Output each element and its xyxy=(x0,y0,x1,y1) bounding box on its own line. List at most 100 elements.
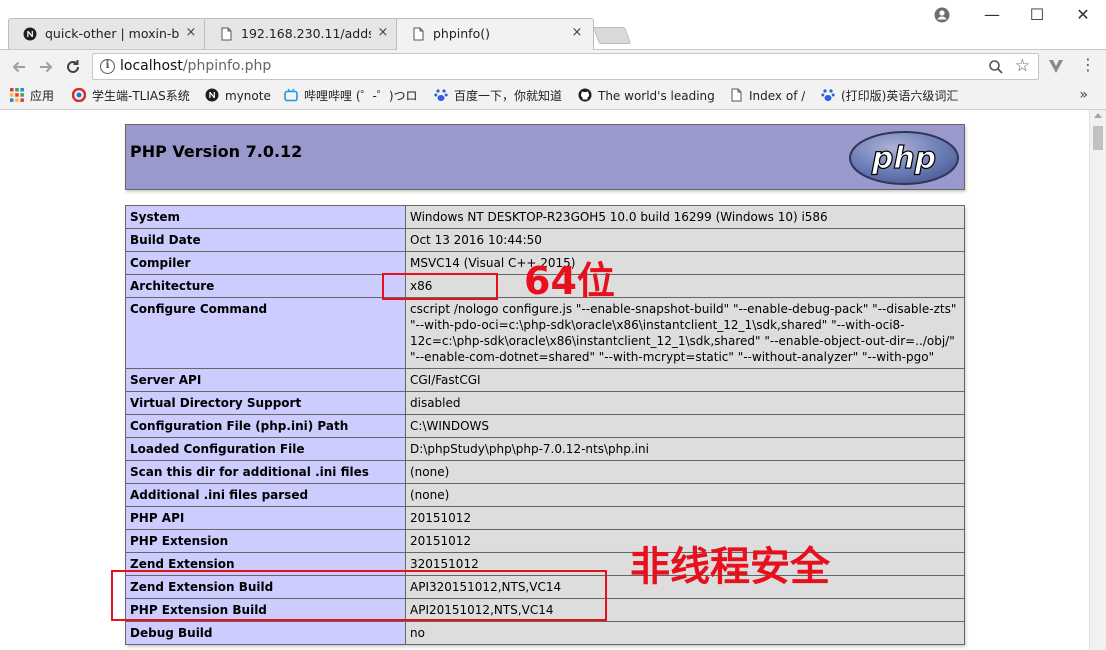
apps-grid-icon xyxy=(10,88,24,102)
tab-phpinfo[interactable]: phpinfo() × xyxy=(396,18,594,50)
github-icon xyxy=(578,88,592,102)
baidu-paw-icon xyxy=(434,89,448,101)
tab-close-icon[interactable]: × xyxy=(183,25,199,41)
row-value: MSVC14 (Visual C++ 2015) xyxy=(405,251,965,275)
url-host: localhost xyxy=(120,58,183,74)
row-value: cscript /nologo configure.js "--enable-s… xyxy=(405,297,965,369)
bookmark-label: 哔哩哔哩 (゜-゜)つロ xyxy=(304,89,418,103)
row-value: 20151012 xyxy=(405,506,965,530)
profile-icon[interactable] xyxy=(934,7,950,23)
php-logo-text: php xyxy=(871,141,936,176)
page-viewport: PHP Version 7.0.12 php System Windows NT … xyxy=(0,110,1106,650)
row-key: Build Date xyxy=(125,228,406,252)
table-row: Configuration File (php.ini) Path C:\WIND… xyxy=(125,414,965,438)
close-window-button[interactable]: ✕ xyxy=(1068,5,1098,25)
row-value: (none) xyxy=(405,460,965,484)
page-title: PHP Version 7.0.12 xyxy=(130,142,303,161)
row-key: Additional .ini files parsed xyxy=(125,483,406,507)
table-row: System Windows NT DESKTOP-R23GOH5 10.0 bu… xyxy=(125,205,965,229)
site-info-icon[interactable]: i xyxy=(100,59,115,74)
bookmark-label: mynote xyxy=(225,89,271,103)
annotation-non-thread-safe: 非线程安全 xyxy=(630,544,830,590)
row-value: disabled xyxy=(405,391,965,415)
annotation-box-architecture xyxy=(382,273,498,300)
back-arrow-icon[interactable] xyxy=(8,56,30,78)
bookmark-label: 百度一下，你就知道 xyxy=(454,89,563,103)
notion-n-icon xyxy=(205,88,219,102)
tab-quick-other[interactable]: quick-other | moxin-blo × xyxy=(8,18,208,49)
row-value: no xyxy=(405,621,965,645)
zoom-icon[interactable] xyxy=(988,59,1004,75)
row-key: Loaded Configuration File xyxy=(125,437,406,461)
php-logo[interactable]: php xyxy=(848,130,960,186)
bilibili-tv-icon xyxy=(284,88,298,102)
tab-close-icon[interactable]: × xyxy=(569,25,585,41)
row-value: CGI/FastCGI xyxy=(405,368,965,392)
annotation-64-bit: 64位 xyxy=(524,259,615,303)
browser-window: quick-other | moxin-blo × 192.168.230.11… xyxy=(0,0,1106,650)
row-key: Architecture xyxy=(125,274,406,298)
bookmark-apps[interactable]: 应用 xyxy=(10,87,54,105)
bookmarks-more-button[interactable]: » xyxy=(1079,87,1088,103)
chrome-ring-icon xyxy=(72,88,86,102)
row-key: Virtual Directory Support xyxy=(125,391,406,415)
address-bar[interactable]: i localhost/phpinfo.php ☆ xyxy=(92,53,1039,80)
tab-strip: quick-other | moxin-blo × 192.168.230.11… xyxy=(0,0,1106,50)
scroll-up-arrow-icon[interactable] xyxy=(1094,113,1102,118)
bookmark-mynote[interactable]: mynote xyxy=(205,87,271,105)
vertical-scrollbar[interactable] xyxy=(1089,110,1106,650)
page-icon xyxy=(731,88,742,102)
forward-arrow-icon[interactable] xyxy=(35,56,57,78)
menu-icon[interactable]: ⋮ xyxy=(1080,56,1096,76)
bookmark-cet6[interactable]: (打印版)英语六级词汇 xyxy=(821,87,958,105)
page-icon xyxy=(413,27,424,41)
maximize-button[interactable]: ☐ xyxy=(1022,5,1052,25)
bookmark-label: The world's leading xyxy=(598,89,715,103)
row-key: Compiler xyxy=(125,251,406,275)
row-key: PHP Extension xyxy=(125,529,406,553)
bookmark-bilibili[interactable]: 哔哩哔哩 (゜-゜)つロ xyxy=(284,87,422,105)
row-key: PHP API xyxy=(125,506,406,530)
row-key: System xyxy=(125,205,406,229)
row-value: Oct 13 2016 10:44:50 xyxy=(405,228,965,252)
bookmark-star-icon[interactable]: ☆ xyxy=(1015,56,1030,76)
row-value: C:\WINDOWS xyxy=(405,414,965,438)
row-key: Debug Build xyxy=(125,621,406,645)
bookmark-github[interactable]: The world's leading xyxy=(578,87,718,105)
tab-title: 192.168.230.11/addser xyxy=(241,26,371,41)
url-path: /phpinfo.php xyxy=(182,58,272,74)
php-version-header: PHP Version 7.0.12 php xyxy=(125,124,965,190)
reload-icon[interactable] xyxy=(62,56,84,78)
row-value: D:\phpStudy\php\php-7.0.12-nts\php.ini xyxy=(405,437,965,461)
row-key: Configuration File (php.ini) Path xyxy=(125,414,406,438)
table-row: Virtual Directory Support disabled xyxy=(125,391,965,415)
notion-n-icon xyxy=(23,27,37,41)
row-value: (none) xyxy=(405,483,965,507)
tab-close-icon[interactable]: × xyxy=(375,25,391,41)
new-tab-button[interactable] xyxy=(592,27,632,44)
baidu-paw-icon xyxy=(821,89,835,101)
extension-v-icon[interactable] xyxy=(1046,56,1066,76)
bookmark-index-of[interactable]: Index of / xyxy=(729,87,805,105)
tab-title: quick-other | moxin-blo xyxy=(45,26,179,41)
minimize-button[interactable]: — xyxy=(977,5,1007,25)
url-text: localhost/phpinfo.php xyxy=(120,58,271,74)
row-key: Server API xyxy=(125,368,406,392)
table-row: Loaded Configuration File D:\phpStudy\php… xyxy=(125,437,965,461)
toolbar: i localhost/phpinfo.php ☆ ⋮ xyxy=(0,49,1106,82)
table-row: Additional .ini files parsed (none) xyxy=(125,483,965,507)
scroll-thumb[interactable] xyxy=(1093,126,1103,150)
table-row: Build Date Oct 13 2016 10:44:50 xyxy=(125,228,965,252)
tab-addser[interactable]: 192.168.230.11/addser × xyxy=(204,18,400,49)
row-key: Configure Command xyxy=(125,297,406,369)
bookmark-label: 应用 xyxy=(30,89,55,103)
bookmark-baidu[interactable]: 百度一下，你就知道 xyxy=(434,87,569,105)
bookmarks-bar: 应用 学生端-TLIAS系统 mynote 哔哩哔哩 (゜-゜)つロ 百度一下，… xyxy=(0,82,1106,110)
row-key: Scan this dir for additional .ini files xyxy=(125,460,406,484)
row-value: Windows NT DESKTOP-R23GOH5 10.0 build 16… xyxy=(405,205,965,229)
bookmark-label: 学生端-TLIAS系统 xyxy=(92,89,190,103)
bookmark-tlias[interactable]: 学生端-TLIAS系统 xyxy=(72,87,190,105)
table-row: PHP Extension 20151012 xyxy=(125,529,965,553)
bookmark-label: (打印版)英语六级词汇 xyxy=(841,89,958,103)
annotation-box-nts xyxy=(111,570,607,621)
